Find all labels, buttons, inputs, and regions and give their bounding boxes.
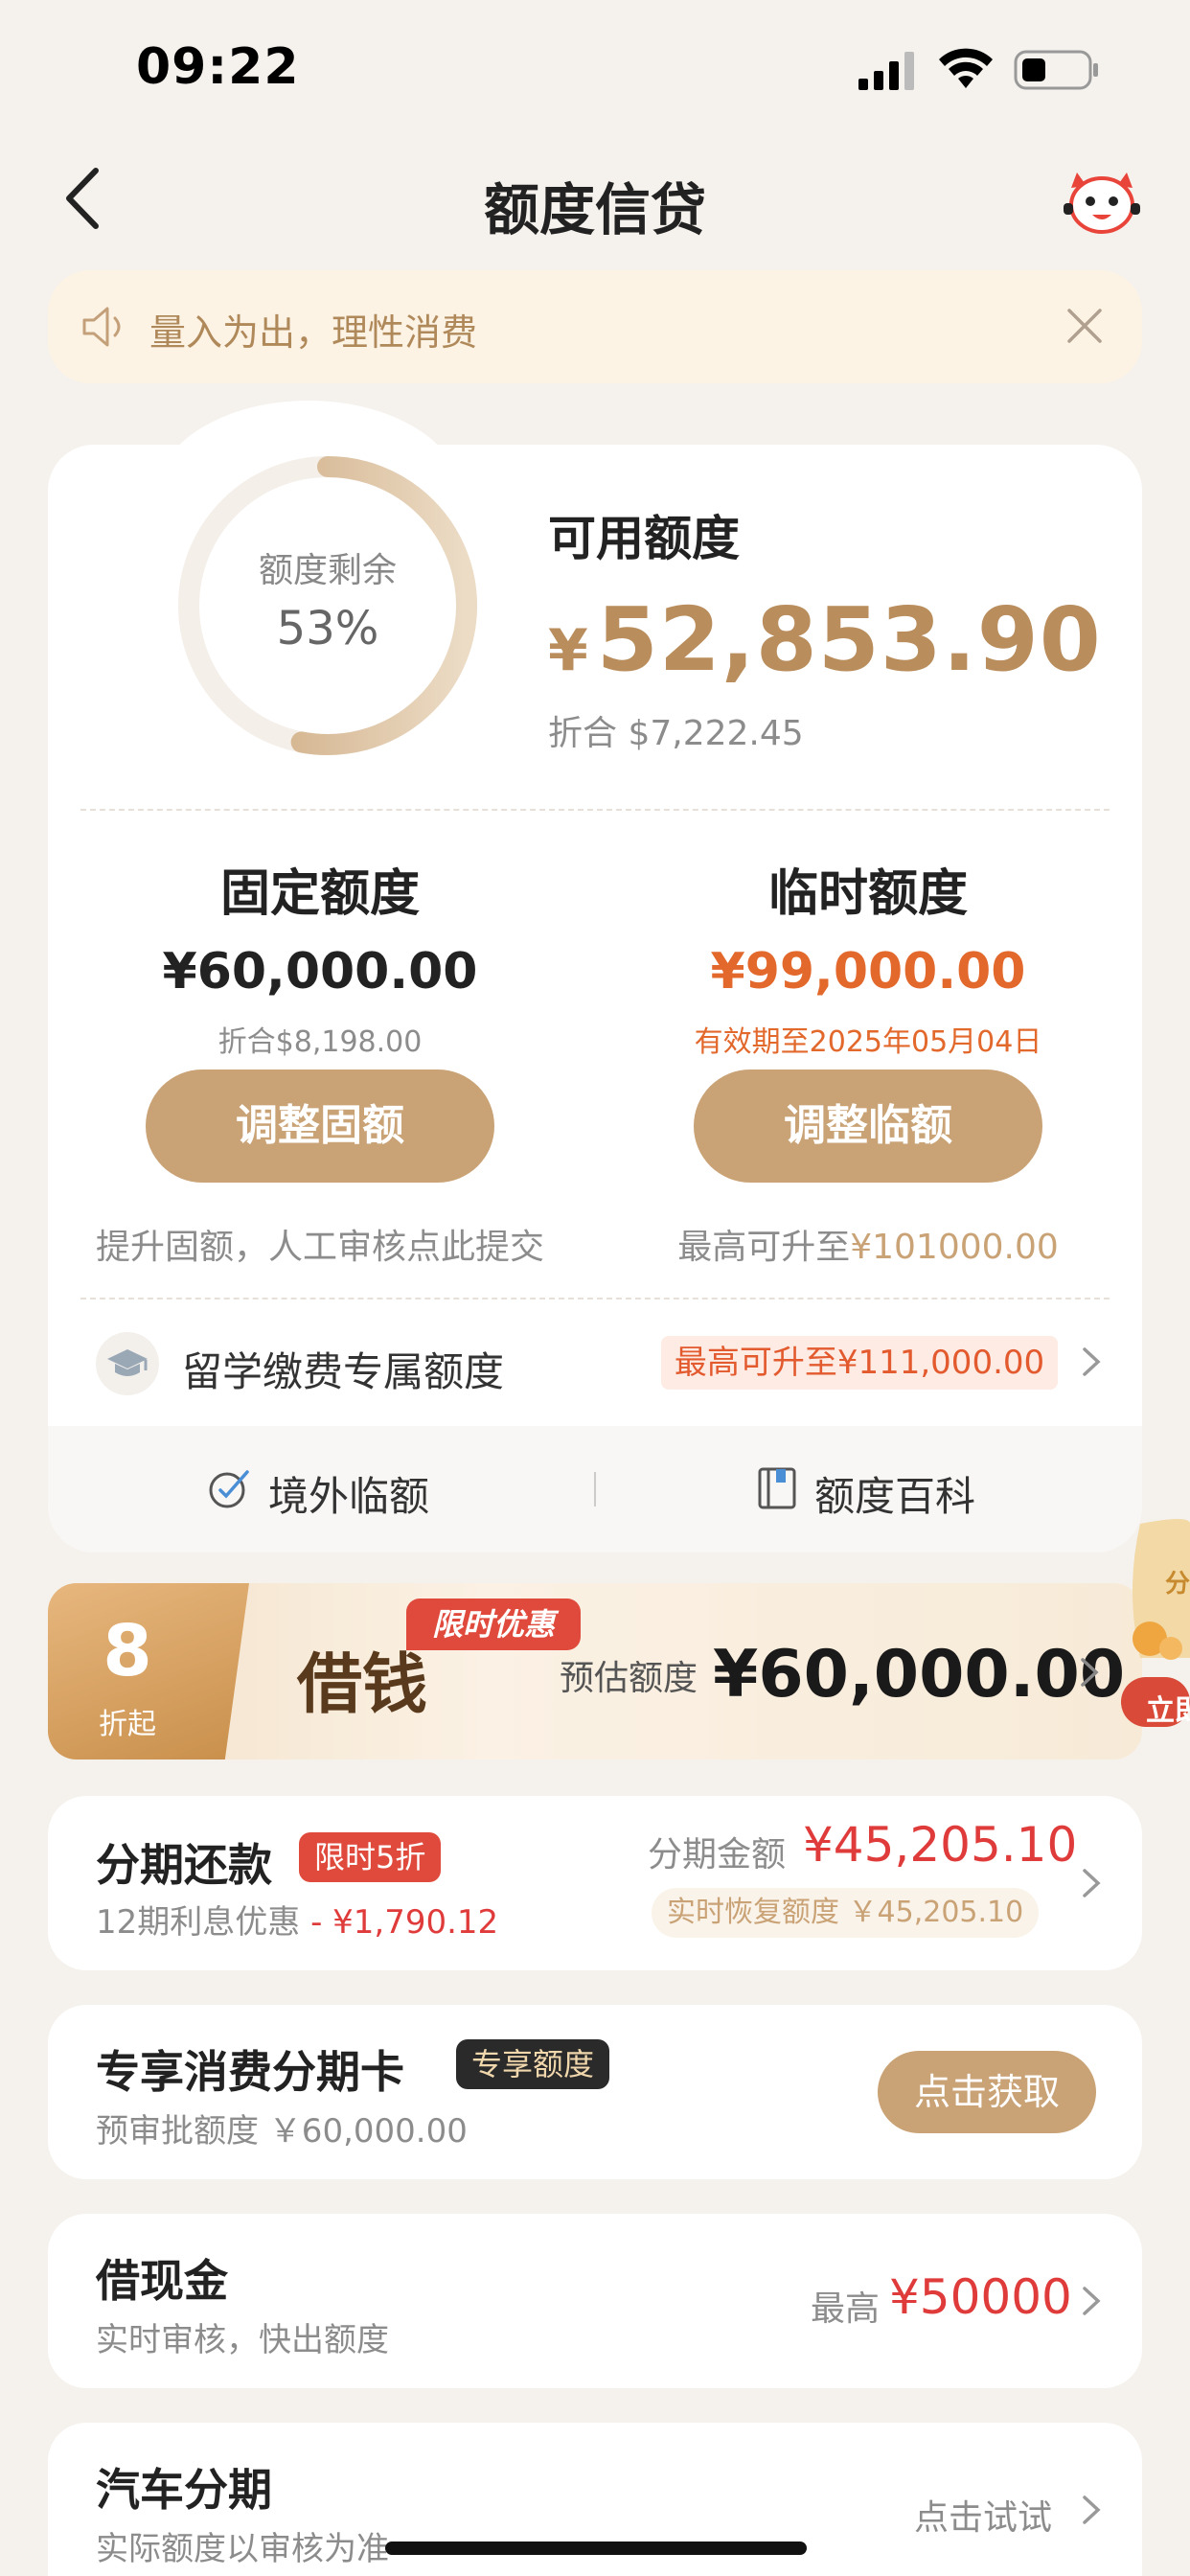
get-card-button[interactable]: 点击获取 <box>878 2051 1096 2133</box>
installment-interest-text: 12期利息优惠 - ¥1,790.12 <box>96 1896 498 1943</box>
temp-credit-validity: 有效期至2025年05月04日 <box>694 1025 1042 1059</box>
speaker-icon <box>82 307 121 347</box>
chevron-right-icon[interactable] <box>1079 1656 1100 1689</box>
ring-label: 额度剩余 <box>258 551 397 590</box>
chevron-right-icon[interactable] <box>1081 1867 1102 1899</box>
chevron-right-icon[interactable] <box>1081 2285 1102 2317</box>
home-indicator <box>385 2542 807 2555</box>
fixed-credit-amount: ¥60,000.00 <box>162 943 478 1000</box>
floating-promo-top-text: 分 <box>1165 1570 1190 1598</box>
encyclopedia-book-icon <box>758 1467 796 1509</box>
installment-amount: ¥45,205.10 <box>803 1817 1078 1873</box>
promo-discount-unit: 折起 <box>99 1708 156 1741</box>
overseas-temp-credit-link[interactable]: 境外临额 <box>268 1464 429 1523</box>
graduation-cap-icon <box>107 1349 148 1376</box>
adjust-temp-button[interactable]: 调整临额 <box>694 1070 1042 1183</box>
temp-credit-amount: ¥99,000.00 <box>710 943 1026 1000</box>
cash-loan-max-amount: ¥50000 <box>889 2269 1072 2325</box>
fixed-credit-title: 固定额度 <box>219 865 420 923</box>
battery-icon <box>1014 50 1098 90</box>
cash-loan-max-label: 最高 <box>811 2289 881 2329</box>
close-icon[interactable] <box>1064 305 1106 347</box>
wifi-icon <box>939 48 993 88</box>
fixed-hint-link[interactable]: 提升固额，人工审核点此提交 <box>71 1219 569 1269</box>
exclusive-card-title: 专享消费分期卡 <box>96 2046 404 2098</box>
car-loan-title: 汽车分期 <box>96 2464 272 2516</box>
divider <box>80 1298 1110 1300</box>
floating-promo-widget[interactable]: 分 立即 <box>1111 1514 1190 1735</box>
cash-loan-card[interactable]: 借现金 实时审核，快出额度 最高 ¥50000 <box>48 2214 1142 2388</box>
installment-amount-label: 分期金额 <box>648 1835 787 1874</box>
temp-hint: 最高可升至¥101000.00 <box>619 1219 1117 1269</box>
floating-promo-button[interactable]: 立即 <box>1146 1687 1190 1729</box>
installment-restore-tag: 实时恢复额度 ￥45,205.10 <box>652 1888 1040 1938</box>
mascot-avatar-icon[interactable] <box>1062 163 1142 236</box>
page-title: 额度信贷 <box>483 177 706 242</box>
notice-bar: 量入为出，理性消费 <box>48 270 1142 383</box>
pre-approved-credit: 预审批额度 ￥60,000.00 <box>96 2112 468 2150</box>
footer-separator <box>594 1472 596 1506</box>
available-credit-amount: ¥52,853.90 <box>548 588 1102 691</box>
available-amount-value: 52,853.90 <box>596 588 1102 691</box>
available-converted: 折合 $7,222.45 <box>548 714 804 753</box>
notice-text: 量入为出，理性消费 <box>149 311 478 354</box>
chevron-right-icon[interactable] <box>1081 2494 1102 2526</box>
installment-title: 分期还款 <box>96 1839 272 1891</box>
exclusive-card-product[interactable]: 专享消费分期卡 专享额度 预审批额度 ￥60,000.00 点击获取 <box>48 2005 1142 2179</box>
adjust-fixed-button[interactable]: 调整固额 <box>146 1070 494 1183</box>
exclusive-credit-tag: 专享额度 <box>456 2039 610 2089</box>
temp-hint-amount: ¥101000.00 <box>850 1228 1059 1267</box>
chevron-right-icon[interactable] <box>1081 1346 1102 1378</box>
study-abroad-tag: 最高可升至¥111,000.00 <box>661 1336 1058 1390</box>
status-time: 09:22 <box>136 38 300 96</box>
available-credit-label: 可用额度 <box>548 511 740 566</box>
study-abroad-label[interactable]: 留学缴费专属额度 <box>182 1340 504 1398</box>
credit-encyclopedia-link[interactable]: 额度百科 <box>814 1464 975 1523</box>
temp-credit-title: 临时额度 <box>767 865 968 923</box>
fixed-credit-converted: 折合$8,198.00 <box>217 1025 423 1059</box>
installment-card[interactable]: 分期还款 限时5折 12期利息优惠 - ¥1,790.12 分期金额 ¥45,2… <box>48 1796 1142 1970</box>
temp-hint-prefix: 最高可升至 <box>677 1228 851 1267</box>
cellular-signal-icon <box>858 52 914 90</box>
study-row-icon-bg <box>96 1332 159 1395</box>
currency-symbol: ¥ <box>548 617 589 684</box>
overseas-credit-icon <box>209 1470 249 1508</box>
promo-estimate-label: 预估额度 <box>560 1659 698 1698</box>
promo-estimate-amount: ¥60,000.00 <box>713 1637 1126 1713</box>
installment-interest-discount: - ¥1,790.12 <box>310 1903 499 1942</box>
limited-offer-badge: 限时优惠 <box>406 1598 581 1650</box>
cash-loan-title: 借现金 <box>96 2255 228 2307</box>
promo-discount-number: 8 <box>103 1610 152 1692</box>
installment-interest-prefix: 12期利息优惠 <box>96 1903 311 1942</box>
cash-loan-subtitle: 实时审核，快出额度 <box>96 2321 389 2359</box>
car-loan-try-link[interactable]: 点击试试 <box>914 2490 1052 2540</box>
car-loan-subtitle: 实际额度以审核为准 <box>96 2530 389 2568</box>
installment-discount-tag: 限时5折 <box>299 1832 442 1882</box>
divider <box>80 809 1110 811</box>
ring-percent: 53% <box>276 602 379 656</box>
